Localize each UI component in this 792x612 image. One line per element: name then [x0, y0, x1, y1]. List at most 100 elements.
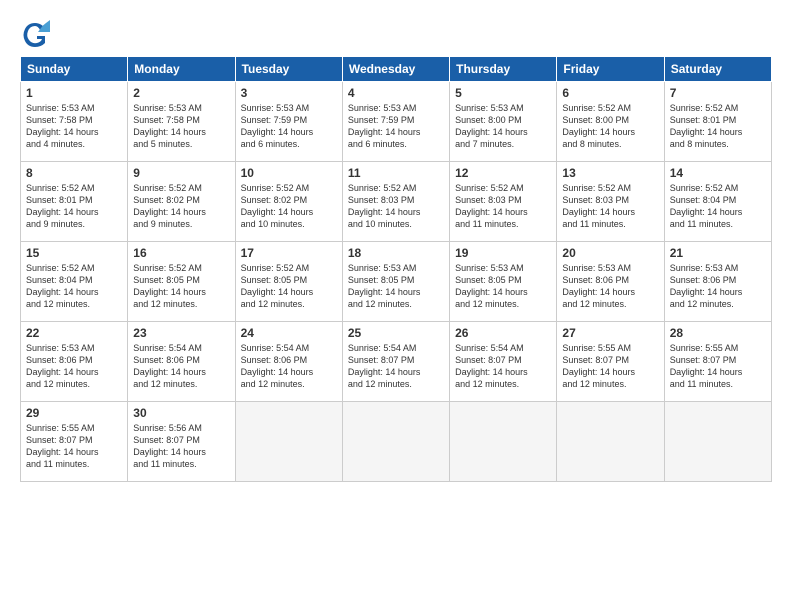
cell-info: Sunrise: 5:52 AMSunset: 8:05 PMDaylight:… [133, 262, 229, 311]
calendar-cell [450, 402, 557, 482]
calendar-cell: 9Sunrise: 5:52 AMSunset: 8:02 PMDaylight… [128, 162, 235, 242]
cell-info: Sunrise: 5:53 AMSunset: 7:59 PMDaylight:… [348, 102, 444, 151]
day-number: 13 [562, 166, 658, 180]
calendar-cell: 18 Sunrise: 5:53 AMSunset: 8:05 PMDayligh… [342, 242, 449, 322]
calendar-cell: 20 Sunrise: 5:53 AMSunset: 8:06 PMDayligh… [557, 242, 664, 322]
cell-info: Sunrise: 5:53 AMSunset: 7:58 PMDaylight:… [133, 102, 229, 151]
calendar-row-3: 22 Sunrise: 5:53 AMSunset: 8:06 PMDayligh… [21, 322, 772, 402]
day-number: 27 [562, 326, 658, 340]
calendar-cell: 21 Sunrise: 5:53 AMSunset: 8:06 PMDayligh… [664, 242, 771, 322]
weekday-header-tuesday: Tuesday [235, 57, 342, 82]
cell-info: Sunrise: 5:53 AMSunset: 8:05 PMDaylight:… [348, 262, 444, 311]
cell-info: Sunrise: 5:54 AMSunset: 8:07 PMDaylight:… [348, 342, 444, 391]
header [20, 18, 772, 48]
logo [20, 18, 54, 48]
weekday-header-monday: Monday [128, 57, 235, 82]
calendar-cell: 28Sunrise: 5:55 AMSunset: 8:07 PMDayligh… [664, 322, 771, 402]
calendar-cell: 25 Sunrise: 5:54 AMSunset: 8:07 PMDayligh… [342, 322, 449, 402]
calendar-cell: 17 Sunrise: 5:52 AMSunset: 8:05 PMDayligh… [235, 242, 342, 322]
cell-info: Sunrise: 5:53 AMSunset: 8:06 PMDaylight:… [670, 262, 766, 311]
cell-info: Sunrise: 5:52 AMSunset: 8:04 PMDaylight:… [26, 262, 122, 311]
day-number: 17 [241, 246, 337, 260]
calendar-cell: 29Sunrise: 5:55 AMSunset: 8:07 PMDayligh… [21, 402, 128, 482]
calendar-row-1: 8 Sunrise: 5:52 AMSunset: 8:01 PMDaylight… [21, 162, 772, 242]
day-number: 26 [455, 326, 551, 340]
weekday-header-wednesday: Wednesday [342, 57, 449, 82]
calendar-cell [342, 402, 449, 482]
cell-info: Sunrise: 5:53 AMSunset: 7:59 PMDaylight:… [241, 102, 337, 151]
weekday-header-sunday: Sunday [21, 57, 128, 82]
cell-info: Sunrise: 5:56 AMSunset: 8:07 PMDaylight:… [133, 422, 229, 471]
calendar: SundayMondayTuesdayWednesdayThursdayFrid… [20, 56, 772, 482]
calendar-cell: 2 Sunrise: 5:53 AMSunset: 7:58 PMDaylight… [128, 82, 235, 162]
calendar-cell [235, 402, 342, 482]
cell-info: Sunrise: 5:52 AMSunset: 8:00 PMDaylight:… [562, 102, 658, 151]
day-number: 1 [26, 86, 122, 100]
cell-info: Sunrise: 5:52 AMSunset: 8:01 PMDaylight:… [670, 102, 766, 151]
logo-icon [20, 18, 50, 48]
cell-info: Sunrise: 5:53 AMSunset: 7:58 PMDaylight:… [26, 102, 122, 151]
day-number: 8 [26, 166, 122, 180]
day-number: 4 [348, 86, 444, 100]
calendar-cell: 4 Sunrise: 5:53 AMSunset: 7:59 PMDaylight… [342, 82, 449, 162]
day-number: 20 [562, 246, 658, 260]
cell-info: Sunrise: 5:53 AMSunset: 8:00 PMDaylight:… [455, 102, 551, 151]
calendar-cell: 26 Sunrise: 5:54 AMSunset: 8:07 PMDayligh… [450, 322, 557, 402]
day-number: 2 [133, 86, 229, 100]
day-number: 12 [455, 166, 551, 180]
calendar-cell: 27 Sunrise: 5:55 AMSunset: 8:07 PMDayligh… [557, 322, 664, 402]
day-number: 11 [348, 166, 444, 180]
day-number: 3 [241, 86, 337, 100]
calendar-cell: 3 Sunrise: 5:53 AMSunset: 7:59 PMDaylight… [235, 82, 342, 162]
day-number: 6 [562, 86, 658, 100]
day-number: 9 [133, 166, 229, 180]
weekday-header-saturday: Saturday [664, 57, 771, 82]
calendar-row-2: 15 Sunrise: 5:52 AMSunset: 8:04 PMDayligh… [21, 242, 772, 322]
calendar-cell: 24Sunrise: 5:54 AMSunset: 8:06 PMDayligh… [235, 322, 342, 402]
calendar-cell: 6 Sunrise: 5:52 AMSunset: 8:00 PMDaylight… [557, 82, 664, 162]
calendar-cell: 23 Sunrise: 5:54 AMSunset: 8:06 PMDayligh… [128, 322, 235, 402]
day-number: 10 [241, 166, 337, 180]
cell-info: Sunrise: 5:53 AMSunset: 8:06 PMDaylight:… [562, 262, 658, 311]
page: SundayMondayTuesdayWednesdayThursdayFrid… [0, 0, 792, 612]
day-number: 23 [133, 326, 229, 340]
day-number: 25 [348, 326, 444, 340]
calendar-cell [664, 402, 771, 482]
calendar-row-4: 29Sunrise: 5:55 AMSunset: 8:07 PMDayligh… [21, 402, 772, 482]
calendar-row-0: 1 Sunrise: 5:53 AMSunset: 7:58 PMDaylight… [21, 82, 772, 162]
cell-info: Sunrise: 5:55 AMSunset: 8:07 PMDaylight:… [562, 342, 658, 391]
weekday-header-thursday: Thursday [450, 57, 557, 82]
day-number: 24 [241, 326, 337, 340]
cell-info: Sunrise: 5:52 AMSunset: 8:03 PMDaylight:… [562, 182, 658, 231]
cell-info: Sunrise: 5:52 AMSunset: 8:02 PMDaylight:… [241, 182, 337, 231]
cell-info: Sunrise: 5:52 AMSunset: 8:05 PMDaylight:… [241, 262, 337, 311]
calendar-cell: 1 Sunrise: 5:53 AMSunset: 7:58 PMDaylight… [21, 82, 128, 162]
calendar-cell: 12 Sunrise: 5:52 AMSunset: 8:03 PMDayligh… [450, 162, 557, 242]
calendar-cell: 10 Sunrise: 5:52 AMSunset: 8:02 PMDayligh… [235, 162, 342, 242]
day-number: 18 [348, 246, 444, 260]
calendar-cell: 5 Sunrise: 5:53 AMSunset: 8:00 PMDaylight… [450, 82, 557, 162]
day-number: 5 [455, 86, 551, 100]
calendar-cell: 14Sunrise: 5:52 AMSunset: 8:04 PMDayligh… [664, 162, 771, 242]
day-number: 29 [26, 406, 122, 420]
cell-info: Sunrise: 5:52 AMSunset: 8:03 PMDaylight:… [348, 182, 444, 231]
day-number: 15 [26, 246, 122, 260]
cell-info: Sunrise: 5:52 AMSunset: 8:03 PMDaylight:… [455, 182, 551, 231]
day-number: 22 [26, 326, 122, 340]
day-number: 14 [670, 166, 766, 180]
calendar-cell: 7Sunrise: 5:52 AMSunset: 8:01 PMDaylight… [664, 82, 771, 162]
calendar-cell: 8 Sunrise: 5:52 AMSunset: 8:01 PMDaylight… [21, 162, 128, 242]
cell-info: Sunrise: 5:54 AMSunset: 8:07 PMDaylight:… [455, 342, 551, 391]
day-number: 21 [670, 246, 766, 260]
day-number: 28 [670, 326, 766, 340]
cell-info: Sunrise: 5:54 AMSunset: 8:06 PMDaylight:… [133, 342, 229, 391]
weekday-header-row: SundayMondayTuesdayWednesdayThursdayFrid… [21, 57, 772, 82]
cell-info: Sunrise: 5:52 AMSunset: 8:01 PMDaylight:… [26, 182, 122, 231]
calendar-cell: 30 Sunrise: 5:56 AMSunset: 8:07 PMDayligh… [128, 402, 235, 482]
calendar-cell: 13 Sunrise: 5:52 AMSunset: 8:03 PMDayligh… [557, 162, 664, 242]
weekday-header-friday: Friday [557, 57, 664, 82]
cell-info: Sunrise: 5:53 AMSunset: 8:06 PMDaylight:… [26, 342, 122, 391]
calendar-cell: 15 Sunrise: 5:52 AMSunset: 8:04 PMDayligh… [21, 242, 128, 322]
calendar-cell [557, 402, 664, 482]
day-number: 30 [133, 406, 229, 420]
